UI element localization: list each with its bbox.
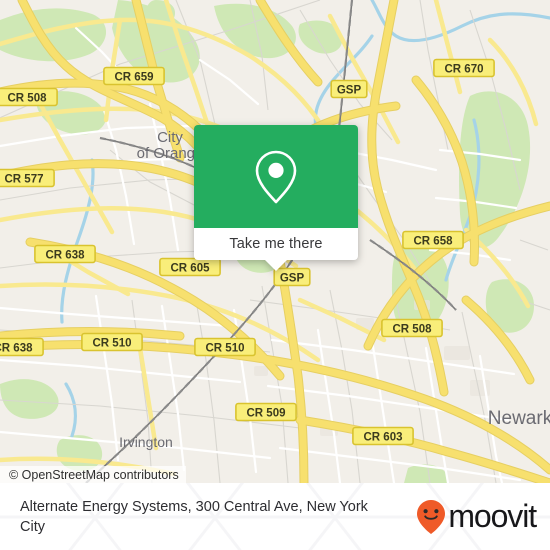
footer-bar: Alternate Energy Systems, 300 Central Av…	[0, 483, 550, 550]
road-shield: CR 603	[352, 426, 414, 446]
popup-cta[interactable]: Take me there	[194, 228, 358, 271]
map-attribution[interactable]: © OpenStreetMap contributors	[0, 466, 186, 483]
road-shield-label: CR 510	[93, 337, 132, 349]
road-shield-label: GSP	[280, 272, 305, 284]
take-me-there-label: Take me there	[229, 236, 323, 252]
road-shield-label: CR 638	[0, 342, 33, 354]
attribution-text: © OpenStreetMap contributors	[9, 467, 179, 482]
road-shield-label: CR 603	[364, 431, 403, 443]
road-shield: CR 659	[103, 66, 165, 86]
location-title: Alternate Energy Systems, 300 Central Av…	[20, 498, 368, 535]
road-shield-label: CR 658	[414, 235, 454, 247]
road-shield: CR 508	[0, 87, 58, 107]
road-shield-label: CR 605	[171, 262, 211, 274]
road-shield: CR 510	[81, 332, 143, 352]
road-shield-label: CR 659	[115, 71, 154, 83]
road-shield-label: CR 508	[8, 92, 48, 104]
place-label-city-of-orange-line1: City	[157, 129, 183, 146]
map-pin-icon	[255, 150, 297, 203]
road-shield: GSP	[273, 267, 311, 287]
road-shield: GSP	[330, 79, 368, 99]
road-shield-label: CR 638	[46, 249, 86, 261]
place-label-irvington: Irvington	[119, 434, 173, 450]
road-shield: CR 510	[194, 337, 256, 357]
road-shield: CR 509	[235, 402, 297, 422]
map-screen: .mj { stroke:#f7e06e; stroke-width:7; fi…	[0, 0, 550, 550]
location-popup[interactable]: Take me there	[194, 125, 358, 271]
road-shield-label: CR 670	[445, 63, 484, 75]
road-shield-label: CR 510	[206, 342, 245, 354]
road-shield: CR 605	[159, 257, 221, 277]
road-shield-label: CR 508	[393, 323, 433, 335]
road-shield-label: CR 509	[247, 407, 286, 419]
popup-pointer-tail	[265, 260, 287, 271]
road-shield-label: GSP	[337, 84, 362, 96]
footer-content: Alternate Energy Systems, 300 Central Av…	[0, 483, 550, 550]
moovit-logo[interactable]: moovit	[416, 497, 537, 535]
road-shield: CR 670	[433, 58, 495, 78]
moovit-pin-icon	[417, 499, 446, 534]
moovit-wordmark: moovit	[448, 497, 537, 534]
popup-header	[194, 125, 358, 228]
road-shield: CR 638	[34, 244, 96, 264]
road-shield: CR 638	[0, 337, 44, 357]
road-shield-label: CR 577	[5, 173, 44, 185]
road-shield: CR 658	[402, 230, 464, 250]
place-label-newark: Newark	[488, 408, 550, 429]
road-shield: CR 577	[0, 168, 55, 188]
road-shield: CR 508	[381, 318, 443, 338]
